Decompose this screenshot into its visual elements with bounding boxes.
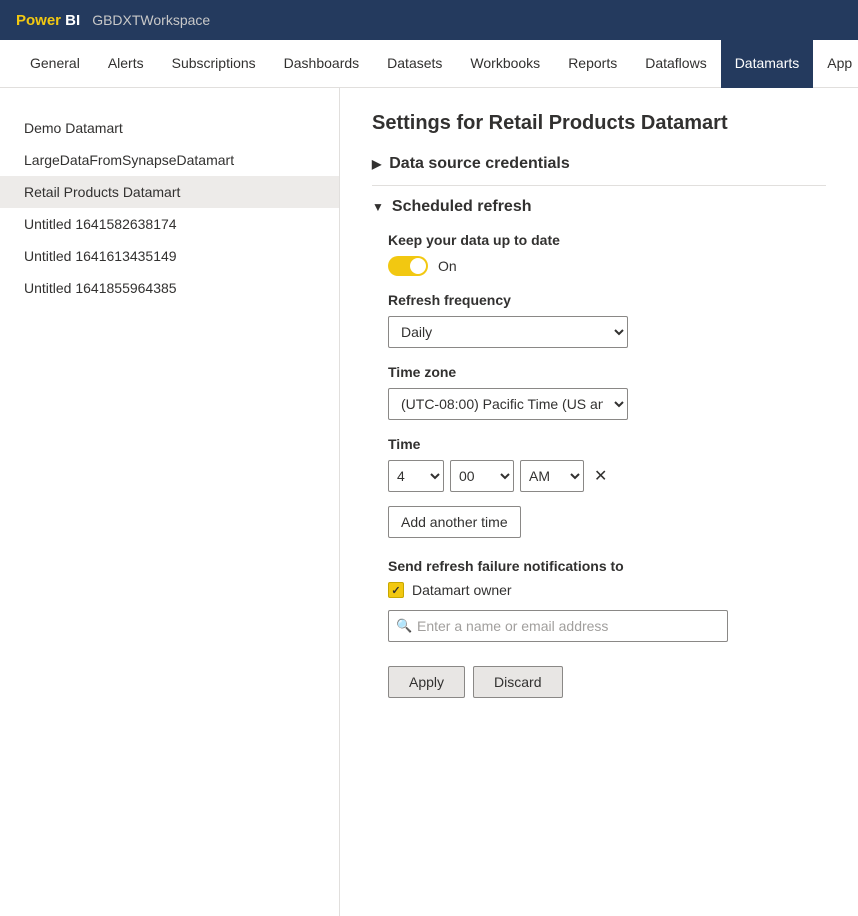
hour-select[interactable]: 123 4 5678 9101112 [388, 460, 444, 492]
notifications-label: Send refresh failure notifications to [388, 558, 826, 574]
data-source-label: Data source credentials [389, 155, 570, 173]
sidebar-item-untitled-3[interactable]: Untitled 1641855964385 [0, 272, 339, 304]
time-row: 123 4 5678 9101112 00153045 AMPM ✕ [388, 460, 826, 492]
sidebar-item-untitled-1[interactable]: Untitled 1641582638174 [0, 208, 339, 240]
divider [372, 185, 826, 186]
tab-reports[interactable]: Reports [554, 40, 631, 88]
search-icon: 🔍 [396, 618, 412, 634]
top-bar: Power BI GBDXTWorkspace [0, 0, 858, 40]
datamart-owner-checkbox[interactable] [388, 582, 404, 598]
scheduled-refresh-label: Scheduled refresh [392, 198, 532, 216]
sidebar-item-untitled-2[interactable]: Untitled 1641613435149 [0, 240, 339, 272]
scheduled-refresh-body: Keep your data up to date On Refresh fre… [372, 232, 826, 698]
email-search-input[interactable] [388, 610, 728, 642]
remove-time-icon[interactable]: ✕ [590, 464, 611, 488]
action-row: Apply Discard [388, 666, 826, 698]
data-source-section-header[interactable]: ▶ Data source credentials [372, 155, 826, 173]
time-label: Time [388, 436, 826, 452]
scheduled-refresh-arrow: ▼ [372, 200, 384, 214]
tab-dashboards[interactable]: Dashboards [270, 40, 374, 88]
tab-workbooks[interactable]: Workbooks [456, 40, 554, 88]
tab-dataflows[interactable]: Dataflows [631, 40, 720, 88]
tab-datasets[interactable]: Datasets [373, 40, 456, 88]
sidebar-item-retail-products-datamart[interactable]: Retail Products Datamart [0, 176, 339, 208]
timezone-label: Time zone [388, 364, 826, 380]
frequency-select[interactable]: Daily Weekly [388, 316, 628, 348]
discard-button[interactable]: Discard [473, 666, 562, 698]
on-off-toggle[interactable] [388, 256, 428, 276]
tab-datamarts[interactable]: Datamarts [721, 40, 814, 88]
scheduled-refresh-section-header[interactable]: ▼ Scheduled refresh [372, 198, 826, 216]
keep-data-label: Keep your data up to date [388, 232, 826, 248]
tab-app[interactable]: App [813, 40, 858, 88]
main-layout: Demo Datamart LargeDataFromSynapseDatama… [0, 88, 858, 916]
workspace-name: GBDXTWorkspace [92, 12, 210, 28]
search-wrapper: 🔍 [388, 610, 728, 642]
tab-bar: General Alerts Subscriptions Dashboards … [0, 40, 858, 88]
powerbi-logo: Power BI [16, 12, 80, 29]
sidebar-item-large-data-datamart[interactable]: LargeDataFromSynapseDatamart [0, 144, 339, 176]
refresh-frequency-label: Refresh frequency [388, 292, 826, 308]
ampm-select[interactable]: AMPM [520, 460, 584, 492]
datamart-owner-label: Datamart owner [412, 582, 512, 598]
data-source-arrow: ▶ [372, 157, 381, 171]
tab-alerts[interactable]: Alerts [94, 40, 158, 88]
brand: Power BI [16, 12, 80, 29]
page-title: Settings for Retail Products Datamart [372, 112, 826, 135]
timezone-select[interactable]: (UTC-08:00) Pacific Time (US an… [388, 388, 628, 420]
tab-subscriptions[interactable]: Subscriptions [158, 40, 270, 88]
toggle-label: On [438, 258, 457, 274]
content-area: Settings for Retail Products Datamart ▶ … [340, 88, 858, 916]
minute-select[interactable]: 00153045 [450, 460, 514, 492]
sidebar: Demo Datamart LargeDataFromSynapseDatama… [0, 88, 340, 916]
sidebar-item-demo-datamart[interactable]: Demo Datamart [0, 112, 339, 144]
toggle-row: On [388, 256, 826, 276]
add-another-time-button[interactable]: Add another time [388, 506, 521, 538]
tab-general[interactable]: General [16, 40, 94, 88]
apply-button[interactable]: Apply [388, 666, 465, 698]
checkbox-row: Datamart owner [388, 582, 826, 598]
